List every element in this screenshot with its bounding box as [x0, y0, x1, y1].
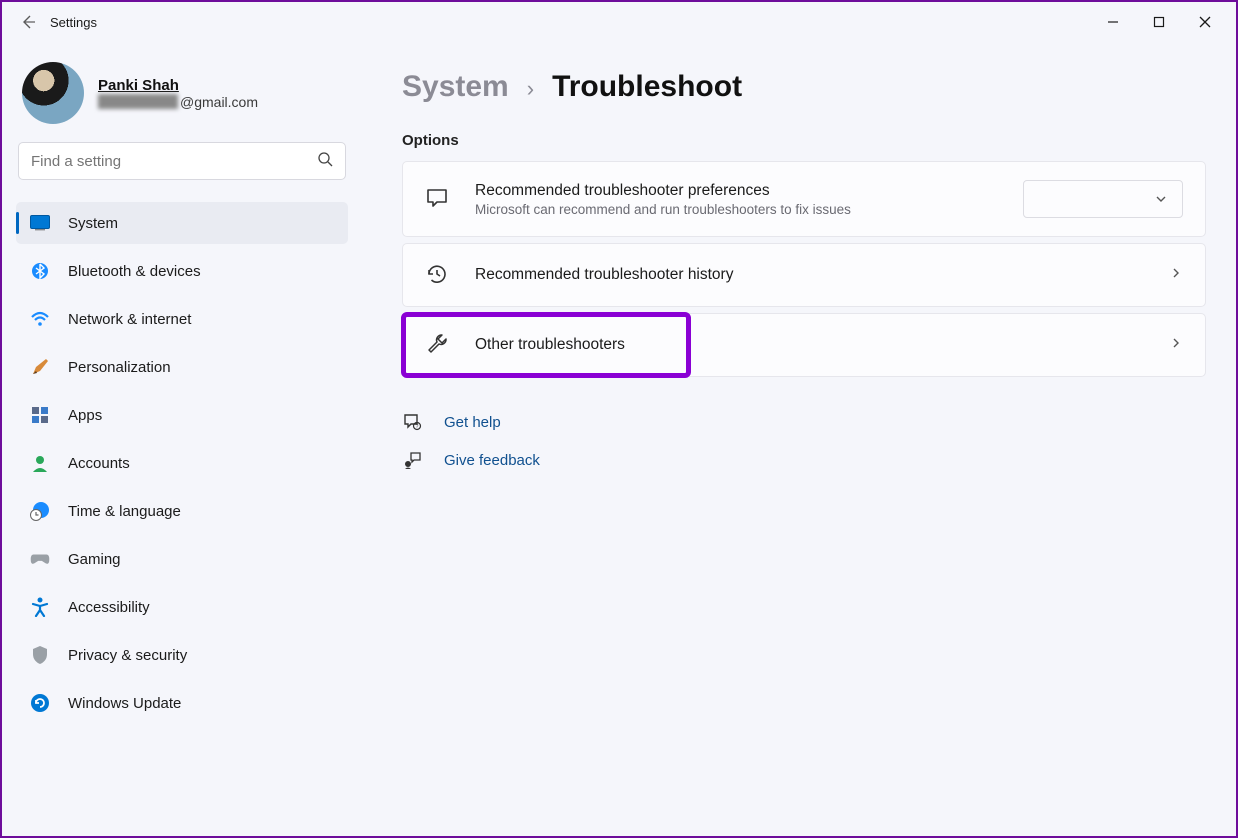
give-feedback-link[interactable]: Give feedback: [402, 441, 1206, 479]
avatar: [22, 62, 84, 124]
window-title: Settings: [50, 15, 97, 30]
search-input[interactable]: [31, 153, 317, 170]
back-button[interactable]: [10, 4, 46, 40]
svg-text:?: ?: [416, 424, 419, 430]
footer-links: ? Get help Give feedback: [402, 403, 1206, 479]
profile-name: Panki Shah: [98, 77, 258, 94]
sidebar-item-label: Personalization: [68, 359, 171, 376]
breadcrumb: System › Troubleshoot: [402, 70, 1206, 104]
sidebar-item-network[interactable]: Network & internet: [16, 298, 348, 340]
profile-block[interactable]: Panki Shah @gmail.com: [16, 54, 348, 142]
sidebar-item-privacy[interactable]: Privacy & security: [16, 634, 348, 676]
sidebar-item-bluetooth[interactable]: Bluetooth & devices: [16, 250, 348, 292]
card-troubleshooter-history[interactable]: Recommended troubleshooter history: [402, 243, 1206, 307]
sidebar-item-update[interactable]: Windows Update: [16, 682, 348, 724]
chevron-right-icon: ›: [527, 76, 534, 102]
chevron-down-icon: [1154, 192, 1168, 206]
minimize-icon: [1107, 16, 1119, 28]
sidebar-item-label: Bluetooth & devices: [68, 263, 201, 280]
sidebar-item-accessibility[interactable]: Accessibility: [16, 586, 348, 628]
shield-icon: [30, 645, 50, 665]
gamepad-icon: [30, 549, 50, 569]
system-icon: [30, 213, 50, 233]
globe-clock-icon: [30, 501, 50, 521]
sidebar-item-label: Network & internet: [68, 311, 191, 328]
sidebar-item-system[interactable]: System: [16, 202, 348, 244]
email-redacted: [98, 94, 178, 109]
main-content: System › Troubleshoot Options Recommende…: [362, 42, 1236, 836]
arrow-left-icon: [20, 14, 36, 30]
sidebar-item-label: Gaming: [68, 551, 121, 568]
sidebar-item-label: Accounts: [68, 455, 130, 472]
get-help-link[interactable]: ? Get help: [402, 403, 1206, 441]
link-label: Get help: [444, 414, 501, 431]
sidebar-nav: System Bluetooth & devices Network & int…: [16, 202, 348, 724]
sidebar-item-gaming[interactable]: Gaming: [16, 538, 348, 580]
sidebar-item-accounts[interactable]: Accounts: [16, 442, 348, 484]
history-icon: [425, 262, 451, 288]
update-icon: [30, 693, 50, 713]
titlebar: Settings: [2, 2, 1236, 42]
search-box[interactable]: [18, 142, 346, 180]
accessibility-icon: [30, 597, 50, 617]
bluetooth-icon: [30, 261, 50, 281]
wifi-icon: [30, 309, 50, 329]
card-title: Recommended troubleshooter preferences: [475, 182, 851, 200]
section-label: Options: [402, 132, 1206, 149]
wrench-icon: [425, 332, 451, 358]
sidebar: Panki Shah @gmail.com System Bluetooth &…: [2, 42, 362, 836]
sidebar-item-apps[interactable]: Apps: [16, 394, 348, 436]
card-title: Other troubleshooters: [475, 336, 625, 354]
minimize-button[interactable]: [1090, 6, 1136, 38]
chevron-right-icon: [1169, 266, 1183, 285]
speech-bubble-icon: [425, 186, 451, 212]
sidebar-item-label: System: [68, 215, 118, 232]
sidebar-item-label: Privacy & security: [68, 647, 187, 664]
sidebar-item-label: Windows Update: [68, 695, 181, 712]
preferences-dropdown[interactable]: [1023, 180, 1183, 218]
maximize-button[interactable]: [1136, 6, 1182, 38]
card-subtitle: Microsoft can recommend and run troubles…: [475, 202, 851, 217]
sidebar-item-label: Apps: [68, 407, 102, 424]
link-label: Give feedback: [444, 452, 540, 469]
card-troubleshooter-preferences[interactable]: Recommended troubleshooter preferences M…: [402, 161, 1206, 237]
close-button[interactable]: [1182, 6, 1228, 38]
sidebar-item-label: Time & language: [68, 503, 181, 520]
breadcrumb-parent[interactable]: System: [402, 70, 509, 104]
brush-icon: [30, 357, 50, 377]
feedback-icon: [402, 450, 422, 470]
search-icon: [317, 151, 333, 172]
help-icon: ?: [402, 412, 422, 432]
card-title: Recommended troubleshooter history: [475, 266, 733, 284]
apps-icon: [30, 405, 50, 425]
maximize-icon: [1153, 16, 1165, 28]
profile-email: @gmail.com: [98, 94, 258, 110]
sidebar-item-personalization[interactable]: Personalization: [16, 346, 348, 388]
chevron-right-icon: [1169, 336, 1183, 355]
close-icon: [1199, 16, 1211, 28]
page-title: Troubleshoot: [552, 70, 742, 104]
person-icon: [30, 453, 50, 473]
sidebar-item-time[interactable]: Time & language: [16, 490, 348, 532]
card-other-troubleshooters[interactable]: Other troubleshooters: [402, 313, 1206, 377]
sidebar-item-label: Accessibility: [68, 599, 150, 616]
